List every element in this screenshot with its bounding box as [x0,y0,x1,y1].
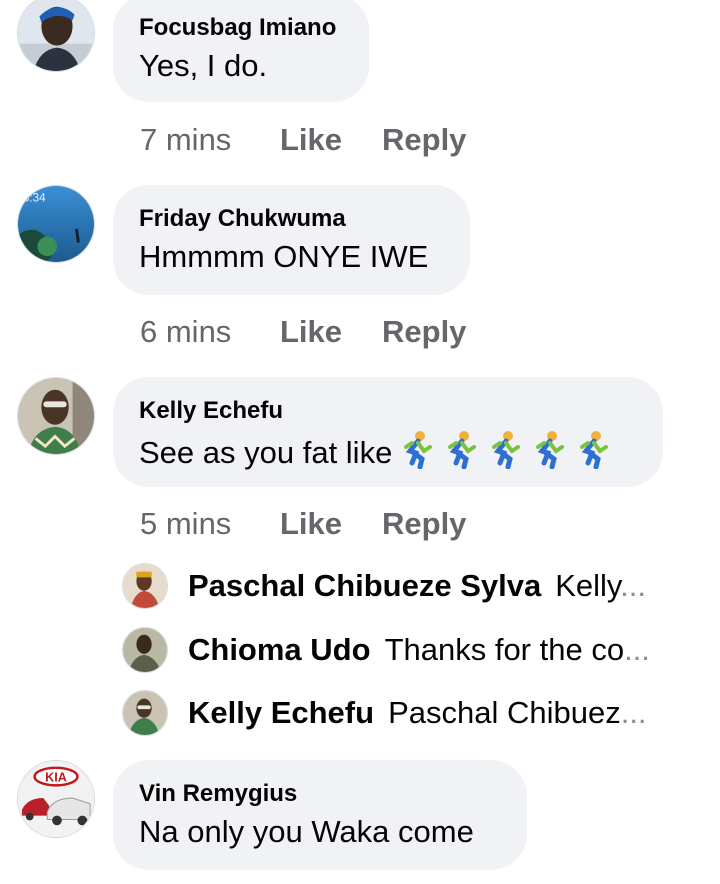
profile-photo: KIA [18,761,94,837]
reply-preview[interactable]: Kelly Echefu Paschal Chibuez... [122,690,702,736]
profile-photo [18,378,94,454]
avatar-kelly-echefu-small[interactable] [122,690,168,736]
reply-preview-text: Kelly [555,568,621,603]
avatar-clock-text: 3:34 [23,192,46,205]
comment-timestamp[interactable]: 7 mins [140,122,280,158]
ellipsis: ... [624,632,650,667]
profile-photo [123,628,167,672]
person-running-icon [484,429,524,469]
person-running-icon [572,429,612,469]
kia-logo-text: KIA [45,770,67,784]
profile-photo [123,691,167,735]
like-button[interactable]: Like [280,506,382,542]
reply-text: Kelly Echefu Paschal Chibuez... [188,694,647,732]
person-running-icon [396,429,436,469]
person-running-icon [528,429,568,469]
reply-preview[interactable]: Paschal Chibueze Sylva Kelly... [122,563,702,609]
comment-author[interactable]: Vin Remygius [139,780,501,808]
reply-preview[interactable]: Chioma Udo Thanks for the co... [122,627,702,673]
ellipsis: ... [620,568,646,603]
comment-author[interactable]: Kelly Echefu [139,397,637,425]
comment-timestamp[interactable]: 5 mins [140,506,280,542]
ellipsis: ... [620,695,647,730]
reply-author[interactable]: Kelly Echefu [188,695,374,730]
reply-button[interactable]: Reply [382,122,466,158]
comment-actions: 6 mins Like Reply [140,314,466,350]
comment-author[interactable]: Focusbag Imiano [139,14,343,42]
comment-author[interactable]: Friday Chukwuma [139,205,444,233]
reply-text: Paschal Chibueze Sylva Kelly... [188,567,646,605]
comment-actions: 7 mins Like Reply [140,122,466,158]
comment-text: Hmmmm ONYE IWE [139,239,429,274]
comment-bubble[interactable]: Friday Chukwuma Hmmmm ONYE IWE [113,185,470,295]
person-running-icon [440,429,480,469]
comment-text: See as you fat like [139,435,393,470]
comment-bubble[interactable]: Focusbag Imiano Yes, I do. [113,0,369,102]
comment-actions: 5 mins Like Reply [140,506,466,542]
reply-text: Chioma Udo Thanks for the co... [188,631,650,669]
reply-author[interactable]: Chioma Udo [188,632,371,667]
avatar-chioma-udo[interactable] [122,627,168,673]
reply-author[interactable]: Paschal Chibueze Sylva [188,568,541,603]
avatar-kelly-echefu[interactable] [17,377,95,455]
comment-text: Na only you Waka come [139,814,474,849]
profile-photo [18,0,94,71]
reply-preview-text: Paschal Chibuez [388,695,621,730]
comment-text-line: See as you fat like [139,429,637,473]
avatar-friday-chukwuma[interactable]: 3:34 [17,185,95,263]
reply-button[interactable]: Reply [382,314,466,350]
avatar-focusbag-imiano[interactable] [17,0,95,72]
comment-bubble[interactable]: Vin Remygius Na only you Waka come [113,760,527,870]
comment-bubble[interactable]: Kelly Echefu See as you fat like [113,377,663,487]
profile-photo: 3:34 [18,186,94,262]
like-button[interactable]: Like [280,122,382,158]
avatar-paschal-chibueze-sylva[interactable] [122,563,168,609]
comment-text: Yes, I do. [139,48,268,83]
comment-timestamp[interactable]: 6 mins [140,314,280,350]
reply-button[interactable]: Reply [382,506,466,542]
profile-photo [123,564,167,608]
reply-preview-text: Thanks for the co [384,632,625,667]
like-button[interactable]: Like [280,314,382,350]
avatar-vin-remygius[interactable]: KIA [17,760,95,838]
